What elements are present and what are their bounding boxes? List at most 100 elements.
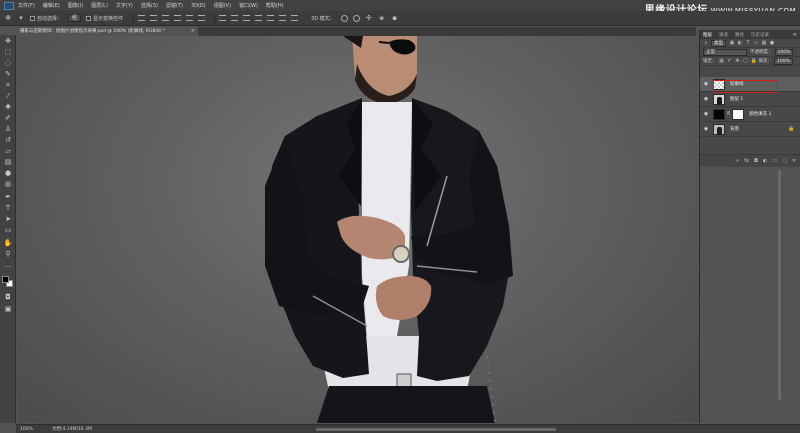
quick-select-tool-icon[interactable]: ✎ bbox=[3, 70, 13, 79]
pen-tool-icon[interactable]: ✒ bbox=[3, 193, 13, 202]
menu-edit[interactable]: 编辑(E) bbox=[43, 2, 60, 9]
distribute-vcenter-icon[interactable] bbox=[231, 15, 239, 21]
adjustment-layer-icon[interactable]: ◐ bbox=[763, 158, 767, 164]
rectangle-tool-icon[interactable]: ▭ bbox=[3, 226, 13, 235]
lasso-tool-icon[interactable]: ◌ bbox=[3, 59, 13, 68]
menu-image[interactable]: 图像(I) bbox=[68, 2, 83, 9]
filter-type-icon[interactable]: T bbox=[745, 40, 751, 46]
orbit-3d-icon[interactable] bbox=[340, 14, 348, 22]
filter-shape-icon[interactable]: ▭ bbox=[753, 40, 759, 46]
distribute-right-icon[interactable] bbox=[279, 15, 287, 21]
show-transform-checkbox[interactable] bbox=[86, 15, 92, 21]
align-bottom-icon[interactable] bbox=[162, 15, 170, 21]
distribute-left-icon[interactable] bbox=[255, 15, 263, 21]
menu-type[interactable]: 文字(Y) bbox=[116, 2, 133, 9]
fx-icon[interactable]: fx bbox=[744, 158, 749, 164]
lock-position-icon[interactable]: ✥ bbox=[735, 58, 741, 64]
menu-layer[interactable]: 图层(L) bbox=[91, 2, 108, 9]
align-top-icon[interactable] bbox=[138, 15, 146, 21]
lock-transparent-icon[interactable]: ▦ bbox=[719, 58, 725, 64]
hand-tool-icon[interactable]: ✋ bbox=[3, 239, 13, 248]
horizontal-scrollbar[interactable] bbox=[316, 428, 556, 431]
align-right-icon[interactable] bbox=[198, 15, 206, 21]
tab-channels[interactable]: 通道 bbox=[719, 32, 728, 38]
dodge-tool-icon[interactable]: ◍ bbox=[3, 180, 13, 189]
chevron-down-icon[interactable]: ▾ bbox=[17, 14, 25, 22]
fill-input[interactable]: 100% bbox=[774, 57, 793, 65]
lock-artboard-icon[interactable]: ▢ bbox=[743, 58, 749, 64]
chain-link-icon[interactable]: 8 bbox=[727, 111, 730, 117]
more-tools-icon[interactable]: … bbox=[3, 261, 13, 270]
auto-select-checkbox[interactable] bbox=[30, 15, 35, 21]
new-layer-icon[interactable]: ▢ bbox=[782, 158, 787, 164]
eye-icon[interactable]: ◉ bbox=[702, 126, 710, 132]
eye-icon[interactable]: ◉ bbox=[702, 111, 710, 117]
eraser-tool-icon[interactable]: ▱ bbox=[3, 147, 13, 156]
screen-mode-icon[interactable]: ▣ bbox=[3, 305, 13, 314]
document-tab[interactable]: 摄影与后期修饰：绘图片创建指示效果.psd @ 100% (轮廓线, RGB/8… bbox=[16, 27, 198, 36]
menu-3d[interactable]: 3D(D) bbox=[191, 3, 206, 9]
close-icon[interactable]: × bbox=[191, 27, 195, 36]
eyedropper-tool-icon[interactable]: ⁄ bbox=[3, 92, 13, 101]
eye-icon[interactable]: ◉ bbox=[702, 96, 710, 102]
new-group-icon[interactable]: ▭ bbox=[772, 158, 777, 164]
path-select-tool-icon[interactable]: ➤ bbox=[3, 215, 13, 224]
panel-menu-icon[interactable]: ≡ bbox=[793, 32, 797, 38]
menu-filter[interactable]: 滤镜(T) bbox=[166, 2, 183, 9]
menu-file[interactable]: 文件(F) bbox=[18, 2, 35, 9]
tab-layers[interactable]: 图层 bbox=[703, 32, 712, 38]
distribute-top-icon[interactable] bbox=[219, 15, 227, 21]
crop-tool-icon[interactable]: ⌗ bbox=[3, 81, 13, 90]
tab-paths[interactable]: 路径 bbox=[735, 32, 744, 38]
add-mask-icon[interactable]: ◘ bbox=[754, 158, 758, 164]
align-vcenter-icon[interactable] bbox=[150, 15, 158, 21]
auto-select-dropdown[interactable]: 组 bbox=[68, 14, 82, 22]
filter-toggle-icon[interactable]: ● bbox=[769, 40, 775, 46]
auto-align-icon[interactable] bbox=[291, 15, 299, 21]
vertical-scrollbar[interactable] bbox=[778, 170, 781, 400]
blend-mode-select[interactable]: 正常 bbox=[703, 48, 747, 56]
layer-kind-select[interactable]: 类型 bbox=[711, 39, 726, 47]
layer-mask-thumbnail[interactable] bbox=[732, 108, 745, 120]
filter-smart-icon[interactable]: ▦ bbox=[761, 40, 767, 46]
marquee-tool-icon[interactable]: ⬚ bbox=[3, 48, 13, 57]
type-tool-icon[interactable]: T bbox=[3, 204, 13, 213]
menu-select[interactable]: 选择(S) bbox=[141, 2, 158, 9]
layer-row[interactable]: ◉ 图层 1 bbox=[700, 92, 800, 107]
document-info[interactable]: 文档:4.14M/16.3M bbox=[52, 425, 92, 433]
tab-history[interactable]: 历史记录 bbox=[751, 32, 769, 38]
document-canvas[interactable] bbox=[17, 36, 699, 423]
menu-help[interactable]: 帮助(H) bbox=[266, 2, 284, 9]
distribute-hcenter-icon[interactable] bbox=[267, 15, 275, 21]
pan-3d-icon[interactable]: ✣ bbox=[365, 14, 373, 22]
brush-tool-icon[interactable]: ✐ bbox=[3, 114, 13, 123]
layer-row[interactable]: ◉ 轮廓线 bbox=[700, 77, 800, 92]
eye-icon[interactable]: ◉ bbox=[702, 81, 710, 87]
quick-mask-icon[interactable]: ◘ bbox=[3, 293, 13, 302]
menu-view[interactable]: 视图(V) bbox=[214, 2, 231, 9]
filter-adjust-icon[interactable]: ◐ bbox=[737, 40, 743, 46]
foreground-color-swatch[interactable] bbox=[2, 276, 9, 283]
blur-tool-icon[interactable]: ● bbox=[3, 169, 13, 178]
layer-row[interactable]: ◉ 背景 🔒 bbox=[700, 122, 800, 137]
lock-all-icon[interactable]: 🔒 bbox=[751, 58, 757, 64]
zoom-tool-icon[interactable]: ⚲ bbox=[3, 250, 13, 259]
menu-window[interactable]: 窗口(W) bbox=[239, 2, 258, 9]
history-brush-tool-icon[interactable]: ↺ bbox=[3, 136, 13, 145]
opacity-input[interactable]: 100% bbox=[774, 48, 794, 56]
lock-pixels-icon[interactable]: ✐ bbox=[727, 58, 733, 64]
roll-3d-icon[interactable] bbox=[352, 14, 360, 22]
scale-3d-icon[interactable]: ▪ bbox=[391, 14, 399, 22]
align-left-icon[interactable] bbox=[174, 15, 182, 21]
align-hcenter-icon[interactable] bbox=[186, 15, 194, 21]
slide-3d-icon[interactable]: ◈ bbox=[378, 14, 386, 22]
distribute-bottom-icon[interactable] bbox=[243, 15, 251, 21]
clone-stamp-tool-icon[interactable]: ♙ bbox=[3, 125, 13, 134]
move-tool-icon[interactable]: ✥ bbox=[3, 37, 13, 46]
gradient-tool-icon[interactable]: ▤ bbox=[3, 158, 13, 167]
zoom-level[interactable]: 100% bbox=[20, 425, 33, 433]
layer-row[interactable]: ◉ 8 颜色填充 1 bbox=[700, 107, 800, 122]
filter-pixel-icon[interactable]: ▣ bbox=[729, 40, 735, 46]
healing-brush-tool-icon[interactable]: ✚ bbox=[3, 103, 13, 112]
trash-icon[interactable]: ✕ bbox=[792, 158, 796, 164]
